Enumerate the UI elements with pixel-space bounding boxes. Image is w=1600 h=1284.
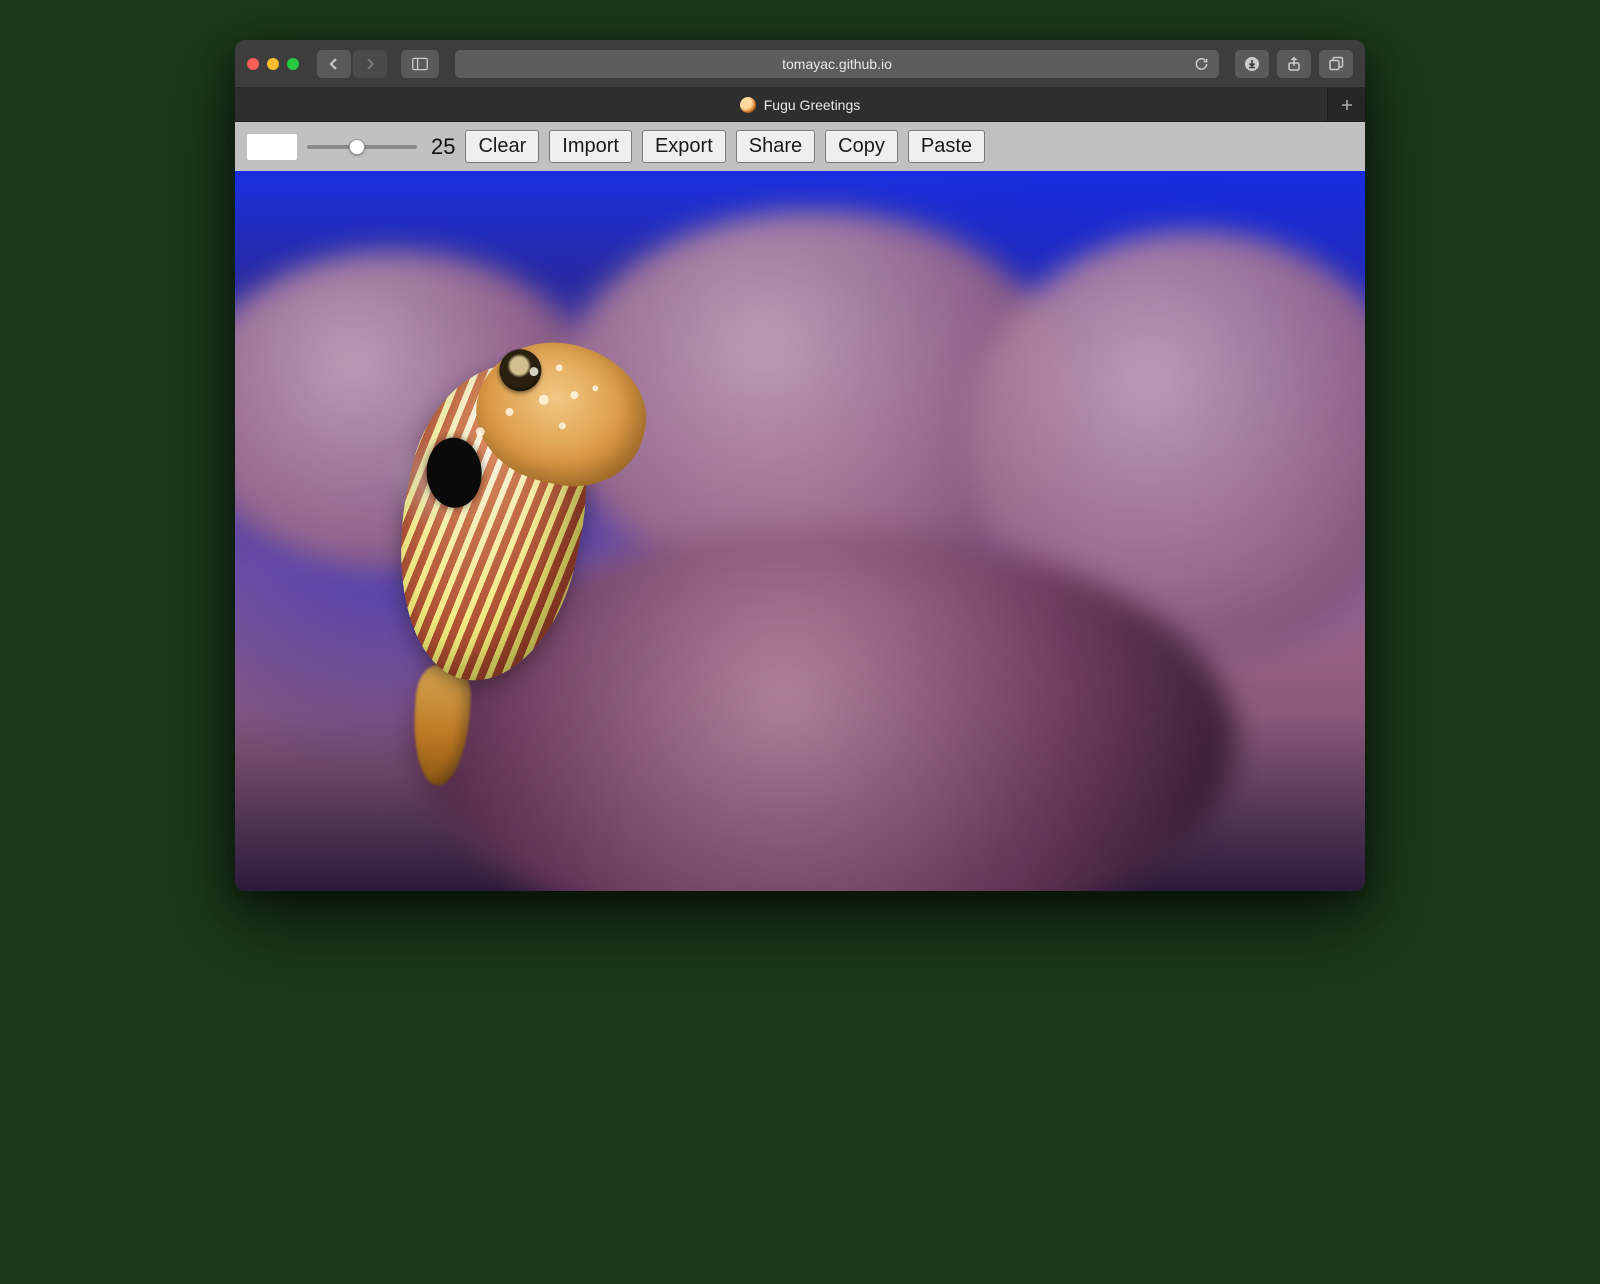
tabs-overview-button[interactable] bbox=[1319, 50, 1353, 78]
brush-size-value: 25 bbox=[431, 134, 455, 160]
app-toolbar: 25 Clear Import Export Share Copy Paste bbox=[235, 122, 1365, 171]
import-button[interactable]: Import bbox=[549, 130, 632, 163]
tab-title: Fugu Greetings bbox=[764, 97, 861, 113]
fullscreen-window-button[interactable] bbox=[287, 58, 299, 70]
fugu-favicon-icon bbox=[740, 97, 756, 113]
back-button[interactable] bbox=[317, 50, 351, 78]
drawing-canvas[interactable] bbox=[235, 171, 1365, 891]
nav-buttons bbox=[317, 50, 387, 78]
address-bar[interactable]: tomayac.github.io bbox=[455, 50, 1219, 78]
active-tab[interactable]: Fugu Greetings bbox=[740, 97, 861, 113]
copy-button[interactable]: Copy bbox=[825, 130, 898, 163]
new-tab-button[interactable] bbox=[1327, 88, 1365, 121]
paste-button[interactable]: Paste bbox=[908, 130, 985, 163]
forward-button bbox=[353, 50, 387, 78]
share-button[interactable] bbox=[1277, 50, 1311, 78]
brush-size-slider[interactable] bbox=[307, 137, 417, 157]
downloads-button[interactable] bbox=[1235, 50, 1269, 78]
clear-button[interactable]: Clear bbox=[465, 130, 539, 163]
tab-bar: Fugu Greetings bbox=[235, 88, 1365, 122]
url-text: tomayac.github.io bbox=[782, 56, 892, 72]
minimize-window-button[interactable] bbox=[267, 58, 279, 70]
browser-window: tomayac.github.io Fugu Greetings bbox=[235, 40, 1365, 891]
export-button[interactable]: Export bbox=[642, 130, 726, 163]
reload-icon[interactable] bbox=[1194, 56, 1209, 71]
browser-titlebar: tomayac.github.io bbox=[235, 40, 1365, 88]
color-picker[interactable] bbox=[247, 134, 297, 160]
close-window-button[interactable] bbox=[247, 58, 259, 70]
sidebar-toggle-button[interactable] bbox=[401, 50, 439, 78]
slider-thumb[interactable] bbox=[349, 139, 365, 155]
share-app-button[interactable]: Share bbox=[736, 130, 815, 163]
titlebar-right-icons bbox=[1235, 50, 1353, 78]
window-controls bbox=[247, 58, 299, 70]
